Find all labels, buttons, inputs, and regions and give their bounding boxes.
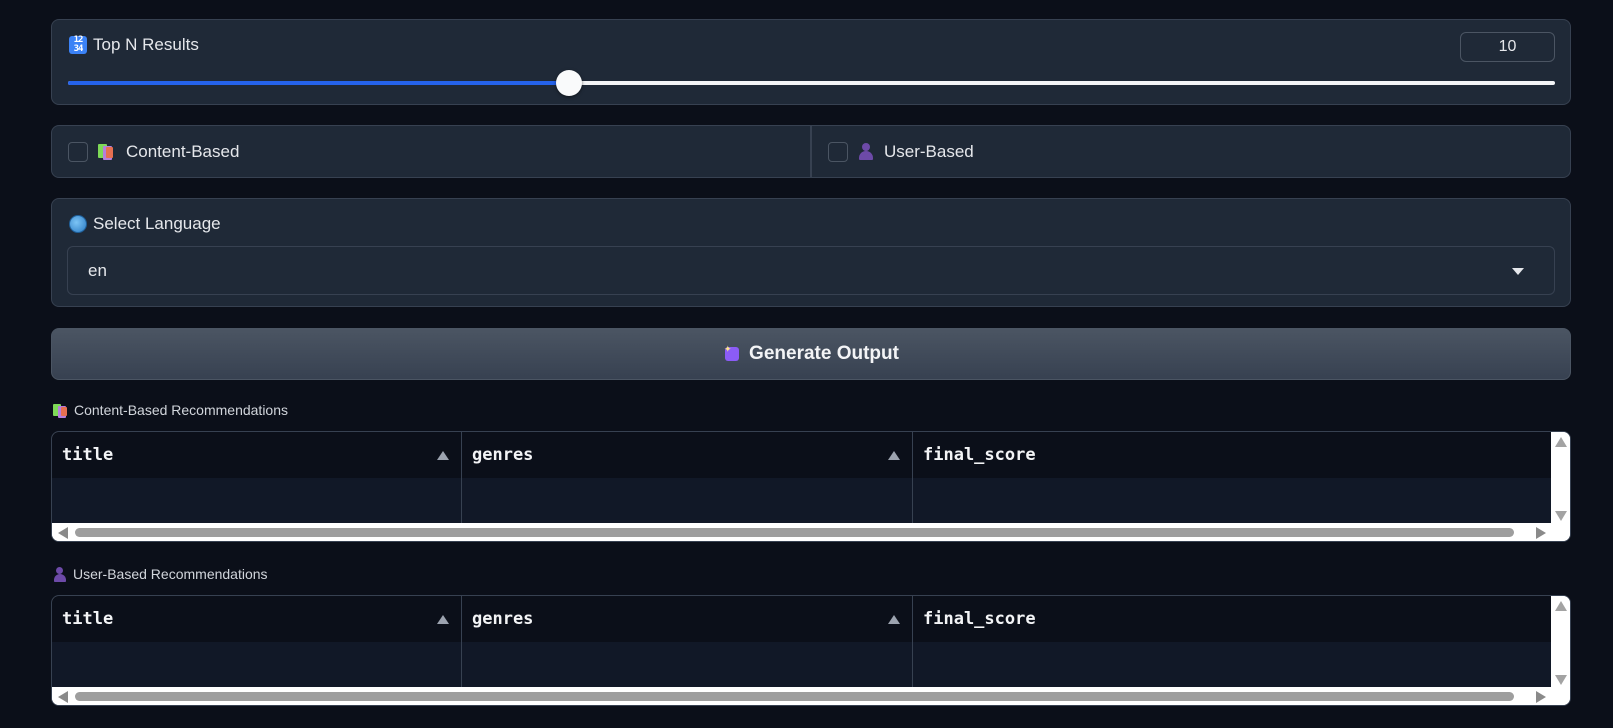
content-based-checkbox[interactable] (68, 141, 88, 162)
generate-output-label: Generate Output (749, 343, 899, 364)
language-label: Select Language (93, 214, 221, 233)
scroll-up-arrow-icon[interactable] (1555, 601, 1567, 611)
column-header-label: title (62, 609, 114, 629)
column-header-final-score[interactable]: final_score (913, 432, 1553, 478)
top-n-number-input[interactable]: 10 (1460, 32, 1555, 62)
vertical-scrollbar[interactable] (1551, 432, 1570, 525)
table-grid: title genres final_score (52, 596, 1553, 689)
user-based-results-table: title genres final_score (51, 595, 1571, 706)
chevron-down-icon (1512, 268, 1524, 275)
sort-arrow-icon[interactable] (888, 615, 900, 624)
horizontal-scrollbar[interactable] (52, 687, 1570, 705)
column-header-label: final_score (923, 445, 1036, 465)
sort-arrow-icon[interactable] (888, 451, 900, 460)
top-n-slider-track[interactable] (68, 70, 1555, 96)
bust-silhouette-icon (858, 143, 874, 160)
column-header-label: genres (472, 609, 534, 629)
scroll-down-arrow-icon[interactable] (1555, 511, 1567, 521)
top-n-slider-thumb[interactable] (556, 70, 583, 96)
books-icon (98, 143, 116, 160)
language-selected-value: en (88, 260, 107, 280)
content-based-results-table: title genres final_score (51, 431, 1571, 542)
table-cell[interactable] (462, 478, 913, 525)
top-n-slider-fill (68, 81, 570, 85)
vertical-scrollbar[interactable] (1551, 596, 1570, 689)
column-header-label: genres (472, 445, 534, 465)
sort-arrow-icon[interactable] (437, 615, 449, 624)
bust-silhouette-icon (53, 566, 67, 582)
language-panel: Select Language en (51, 198, 1571, 307)
table-cell[interactable] (52, 478, 462, 525)
table-header-row: title genres final_score (52, 432, 1553, 478)
scrollbar-thumb[interactable] (75, 692, 1514, 701)
column-header-title[interactable]: title (52, 596, 462, 642)
table-cell[interactable] (462, 642, 913, 689)
books-icon (53, 403, 68, 418)
content-based-checkbox-label: Content-Based (126, 141, 240, 161)
scrollbar-thumb[interactable] (75, 528, 1514, 537)
table-header-row: title genres final_score (52, 596, 1553, 642)
scroll-right-arrow-icon[interactable] (1536, 527, 1546, 539)
table-row (52, 642, 1553, 689)
horizontal-scrollbar[interactable] (52, 523, 1570, 541)
scroll-up-arrow-icon[interactable] (1555, 437, 1567, 447)
mage-icon: ✦ (723, 345, 741, 363)
column-header-label: title (62, 445, 114, 465)
sort-arrow-icon[interactable] (437, 451, 449, 460)
content-based-option[interactable]: Content-Based (52, 126, 812, 177)
user-based-checkbox[interactable] (828, 141, 848, 162)
column-header-genres[interactable]: genres (462, 596, 913, 642)
table-grid: title genres final_score (52, 432, 1553, 525)
column-header-label: final_score (923, 609, 1036, 629)
column-header-title[interactable]: title (52, 432, 462, 478)
table-cell[interactable] (913, 642, 1553, 689)
user-based-option[interactable]: User-Based (812, 126, 1570, 177)
user-based-results-label: User-Based Recommendations (53, 566, 268, 582)
scroll-left-arrow-icon[interactable] (58, 527, 68, 539)
top-n-label: Top N Results (93, 35, 199, 54)
language-dropdown[interactable]: en (67, 246, 1555, 295)
top-n-label-row: 12 34 Top N Results (69, 35, 199, 55)
table-row (52, 478, 1553, 525)
scroll-right-arrow-icon[interactable] (1536, 691, 1546, 703)
scroll-left-arrow-icon[interactable] (58, 691, 68, 703)
globe-icon (69, 215, 87, 233)
language-label-row: Select Language (69, 214, 221, 234)
content-based-results-label: Content-Based Recommendations (53, 402, 288, 418)
scroll-down-arrow-icon[interactable] (1555, 675, 1567, 685)
top-n-slider-panel: 12 34 Top N Results 10 (51, 19, 1571, 105)
column-header-genres[interactable]: genres (462, 432, 913, 478)
table-cell[interactable] (52, 642, 462, 689)
recommender-type-panel: Content-Based User-Based (51, 125, 1571, 178)
user-based-checkbox-label: User-Based (884, 141, 974, 161)
content-based-results-title: Content-Based Recommendations (74, 402, 289, 418)
input-numbers-icon: 12 34 (69, 36, 87, 54)
table-cell[interactable] (913, 478, 1553, 525)
user-based-results-title: User-Based Recommendations (73, 566, 268, 582)
column-header-final-score[interactable]: final_score (913, 596, 1553, 642)
generate-output-button[interactable]: ✦ Generate Output (51, 328, 1571, 380)
